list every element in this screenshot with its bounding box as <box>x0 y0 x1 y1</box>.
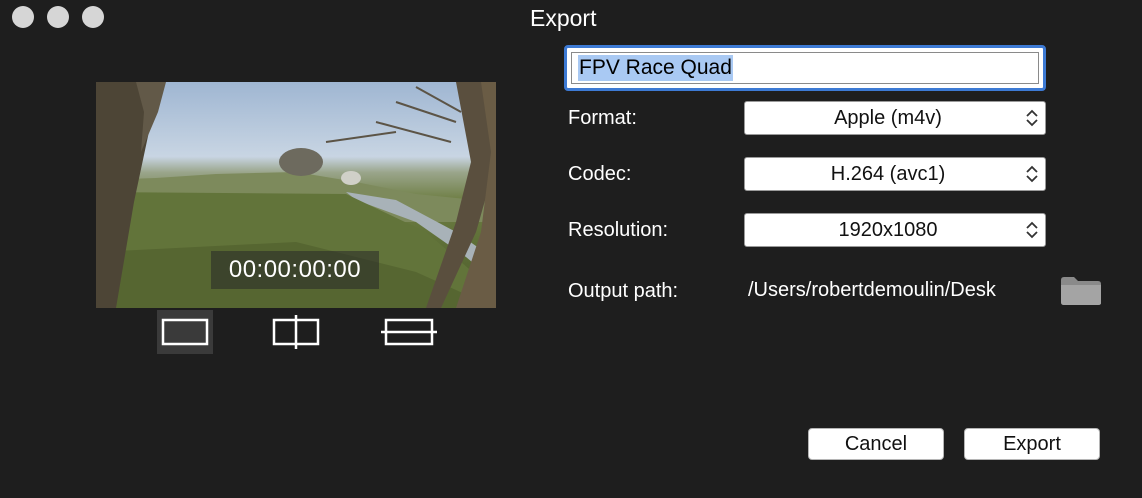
single-view-button[interactable] <box>157 310 213 354</box>
close-window-button[interactable] <box>12 6 34 28</box>
format-select[interactable]: Apple (m4v) <box>744 101 1046 135</box>
window-title: Export <box>530 5 597 31</box>
codec-label: Codec: <box>568 163 632 185</box>
split-vertical-button[interactable] <box>269 310 325 354</box>
output-path-label: Output path: <box>568 280 679 302</box>
zoom-window-button[interactable] <box>82 6 104 28</box>
resolution-select[interactable]: 1920x1080 <box>744 213 1046 247</box>
codec-select[interactable]: H.264 (avc1) <box>744 157 1046 191</box>
window-controls <box>12 6 104 28</box>
split-vertical-icon <box>272 315 320 349</box>
format-label: Format: <box>568 107 637 129</box>
export-name-input[interactable]: FPV Race Quad <box>564 45 1046 91</box>
codec-value: H.264 (avc1) <box>830 162 946 185</box>
updown-chevron-icon <box>1026 109 1038 127</box>
format-value: Apple (m4v) <box>834 106 942 129</box>
output-path-value: /Users/robertdemoulin/Desk <box>748 279 996 301</box>
choose-folder-button[interactable] <box>1060 274 1102 311</box>
folder-icon <box>1061 277 1101 305</box>
export-window: Export 00:00:00:00 FPV Race Quad Format:… <box>0 0 1142 498</box>
export-name-field[interactable]: FPV Race Quad <box>571 52 1039 84</box>
cancel-button[interactable]: Cancel <box>808 428 944 460</box>
split-horizontal-button[interactable] <box>381 310 437 354</box>
video-preview: 00:00:00:00 <box>96 82 496 308</box>
resolution-label: Resolution: <box>568 219 669 241</box>
updown-chevron-icon <box>1026 221 1038 239</box>
updown-chevron-icon <box>1026 165 1038 183</box>
timecode-display: 00:00:00:00 <box>211 251 379 289</box>
export-name-selected-text: FPV Race Quad <box>578 55 733 81</box>
resolution-value: 1920x1080 <box>838 218 938 241</box>
split-horizontal-icon <box>381 318 437 346</box>
minimize-window-button[interactable] <box>47 6 69 28</box>
export-button[interactable]: Export <box>964 428 1100 460</box>
single-view-icon <box>161 318 209 346</box>
